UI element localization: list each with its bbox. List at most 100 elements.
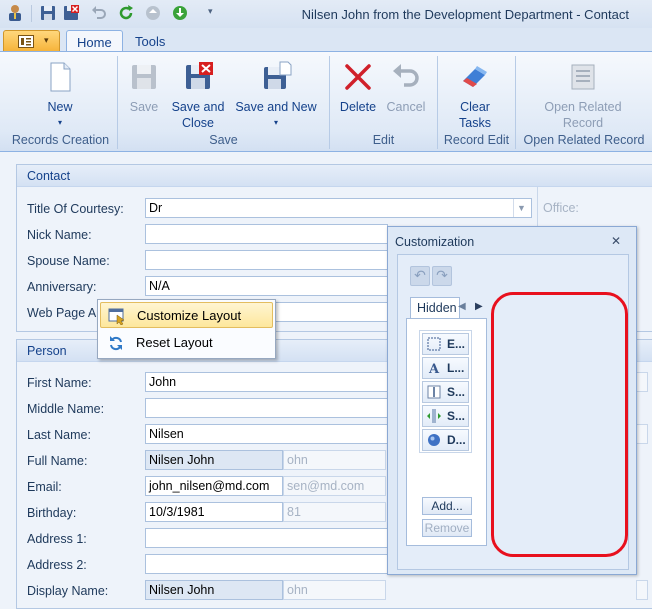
eraser-icon: [463, 66, 487, 87]
highlight-outline: [491, 292, 628, 557]
address-1-label: Address 1:: [27, 532, 87, 546]
separator-item-icon: [427, 385, 441, 399]
tab-tools[interactable]: Tools: [125, 30, 175, 52]
save-and-new-button[interactable]: Save and New ▾: [233, 61, 319, 131]
save-and-new-dropdown-icon: ▾: [273, 118, 278, 127]
open-related-icon: [571, 64, 595, 90]
email-ghost: sen@md.com: [283, 476, 386, 496]
undo-icon[interactable]: [90, 4, 108, 22]
save-icon[interactable]: [39, 4, 57, 22]
nick-name-input[interactable]: [145, 224, 388, 244]
first-name-input[interactable]: John: [145, 372, 388, 392]
previous-record-icon[interactable]: [144, 4, 162, 22]
spouse-name-input[interactable]: [145, 250, 388, 270]
hidden-item-splitter[interactable]: S...: [422, 405, 469, 427]
display-name-ghost: ohn: [283, 580, 386, 600]
save-and-close-icon[interactable]: [62, 4, 80, 22]
middle-name-label: Middle Name:: [27, 402, 105, 416]
hidden-item-label: S...: [447, 409, 466, 423]
full-name-field: Nilsen John: [145, 450, 283, 470]
first-name-label: First Name:: [27, 376, 92, 390]
splitter-item-icon: [427, 409, 441, 423]
full-name-ghost: ohn: [283, 450, 386, 470]
hidden-item-empty-space[interactable]: E...: [422, 333, 469, 355]
open-related-record-button[interactable]: Open Related Record: [537, 61, 629, 131]
birthday-label: Birthday:: [27, 506, 77, 520]
menu-item-label: Reset Layout: [136, 335, 213, 350]
context-menu: Customize Layout Reset Layout: [97, 299, 276, 359]
close-icon[interactable]: ✕: [611, 234, 621, 248]
save-button-label: Save: [129, 100, 159, 114]
svg-text:A: A: [428, 362, 440, 375]
address-2-label: Address 2:: [27, 558, 87, 572]
save-and-close-label-1: Save and: [171, 100, 225, 114]
tab-hidden-items[interactable]: Hidden: [410, 297, 460, 319]
cancel-button[interactable]: Cancel: [384, 61, 428, 115]
redo-icon[interactable]: ↷: [432, 266, 452, 286]
save-disk-icon: [132, 65, 156, 89]
next-record-icon[interactable]: [171, 4, 189, 22]
hidden-item-display-name[interactable]: D...: [422, 429, 469, 451]
save-button[interactable]: Save: [124, 61, 164, 115]
hidden-item-separator[interactable]: S...: [422, 381, 469, 403]
title-of-courtesy-combo[interactable]: Dr ▼: [145, 198, 532, 218]
group-label-record-edit: Record Edit: [443, 133, 510, 147]
menu-item-label: Customize Layout: [137, 308, 242, 323]
birthday-input[interactable]: 10/3/1981: [145, 502, 283, 522]
group-label-edit: Edit: [372, 133, 395, 147]
ribbon-panel: New ▾ Save Save and Close Save and New ▾…: [0, 51, 652, 152]
open-related-label-2: Record: [562, 116, 604, 130]
office-label: Office:: [543, 201, 579, 215]
undo-icon[interactable]: ↶: [410, 266, 430, 286]
reset-layout-icon: [110, 336, 122, 351]
spouse-name-label: Spouse Name:: [27, 254, 110, 268]
qat-separator: [31, 5, 32, 22]
group-label-records-creation: Records Creation: [11, 133, 110, 147]
email-label: Email:: [27, 480, 62, 494]
save-and-close-icon: [186, 62, 213, 89]
hidden-item-label-item[interactable]: A L...: [422, 357, 469, 379]
hidden-item-label: L...: [447, 361, 465, 375]
birthday-ghost: 81: [283, 502, 386, 522]
full-name-label: Full Name:: [27, 454, 88, 468]
customize-layout-icon: [108, 308, 125, 325]
qat-customize-dropdown-icon[interactable]: ▾: [208, 6, 213, 17]
customization-title: Customization: [395, 235, 475, 249]
address-1-input[interactable]: [145, 528, 388, 548]
email-input[interactable]: john_nilsen@md.com: [145, 476, 283, 496]
menu-item-reset-layout[interactable]: Reset Layout: [100, 330, 273, 356]
application-menu-button[interactable]: ▾: [3, 30, 60, 52]
address-2-input[interactable]: [145, 554, 388, 574]
add-item-button[interactable]: Add...: [422, 497, 472, 515]
save-and-new-label: Save and New: [235, 100, 317, 114]
open-related-label-1: Open Related: [544, 100, 622, 114]
new-button-label: New: [47, 100, 73, 114]
refresh-icon[interactable]: [117, 4, 135, 22]
new-dropdown-icon: ▾: [57, 118, 62, 127]
contact-app-icon: [9, 5, 21, 21]
delete-x-icon: [345, 64, 371, 90]
hidden-item-label: E...: [447, 337, 466, 351]
hidden-item-label: D...: [447, 433, 466, 447]
new-document-icon: [50, 62, 71, 92]
delete-button[interactable]: Delete: [336, 61, 380, 115]
anniversary-label: Anniversary:: [27, 280, 97, 294]
menu-item-customize-layout[interactable]: Customize Layout: [100, 302, 273, 328]
clear-tasks-label-2: Tasks: [459, 116, 491, 130]
tab-scroll-right-icon[interactable]: ▶: [475, 301, 483, 312]
middle-name-input[interactable]: [145, 398, 388, 418]
save-and-close-button[interactable]: Save and Close: [168, 61, 228, 131]
label-item-icon: A: [428, 362, 440, 375]
anniversary-input[interactable]: N/A: [145, 276, 388, 296]
empty-space-item-icon: [427, 337, 441, 351]
new-button[interactable]: New ▾: [34, 61, 86, 131]
tab-scroll-left-icon[interactable]: ◀: [458, 301, 466, 312]
contact-group-header: Contact: [17, 165, 652, 187]
remove-item-button[interactable]: Remove: [422, 519, 472, 537]
tab-home[interactable]: Home: [66, 30, 123, 52]
right-ghost-field: [636, 580, 648, 600]
clear-tasks-button[interactable]: Clear Tasks: [449, 61, 501, 131]
chevron-down-icon[interactable]: ▼: [513, 199, 529, 217]
last-name-input[interactable]: Nilsen: [145, 424, 388, 444]
last-name-label: Last Name:: [27, 428, 91, 442]
